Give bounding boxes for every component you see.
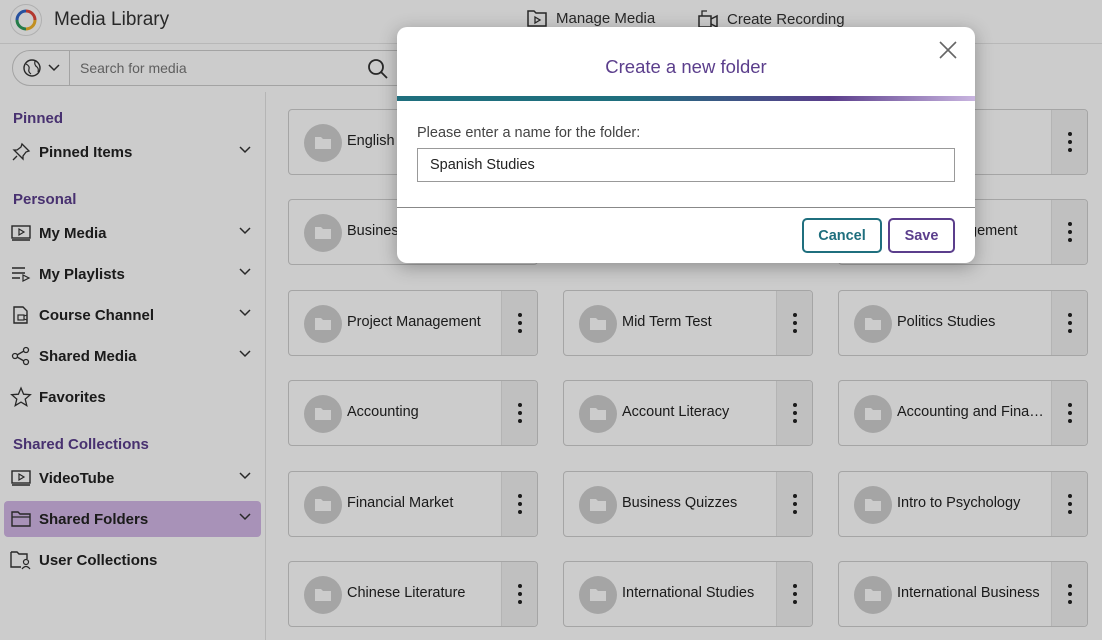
folder-name-label: Please enter a name for the folder: — [417, 125, 641, 141]
dialog-accent-bar — [397, 96, 975, 101]
save-button[interactable]: Save — [888, 218, 955, 253]
dialog-divider — [397, 207, 975, 208]
create-folder-dialog: Create a new folder Please enter a name … — [397, 27, 975, 263]
cancel-button[interactable]: Cancel — [802, 218, 882, 253]
folder-name-input[interactable] — [417, 148, 955, 182]
dialog-title: Create a new folder — [605, 56, 767, 77]
